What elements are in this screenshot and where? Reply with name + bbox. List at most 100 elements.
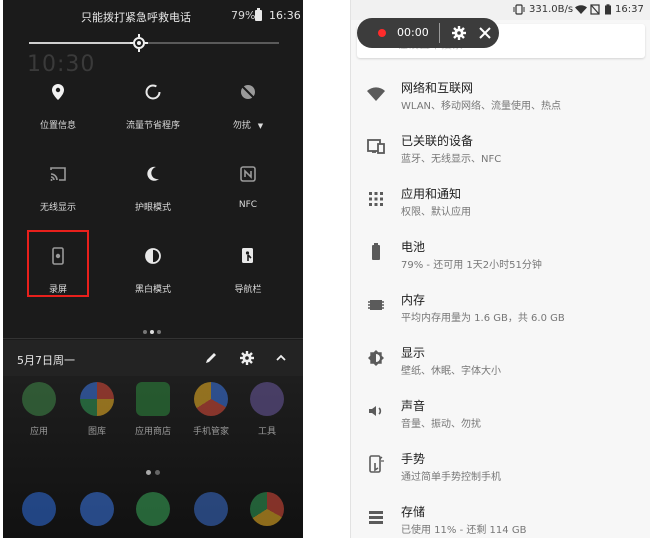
tile-location[interactable]: 位置信息 — [8, 68, 108, 148]
brightness-icon[interactable] — [129, 33, 149, 53]
tile-label: 无线显示 — [39, 203, 76, 213]
home-page-indicator — [146, 460, 164, 479]
settings-item-network[interactable]: 网络和互联网 WLAN、移动网络、流量使用、热点 — [351, 70, 650, 123]
brightness-slider[interactable] — [29, 34, 279, 52]
tile-eye-comfort[interactable]: 护眼模式 — [103, 150, 203, 230]
app-store[interactable]: 应用商店 — [125, 382, 181, 437]
messages-icon[interactable] — [136, 492, 170, 526]
home-dot — [155, 470, 160, 475]
shield-icon — [194, 382, 228, 416]
tile-label: 位置信息 — [39, 121, 76, 131]
settings-item-subtitle: 已使用 11% - 还剩 114 GB — [401, 525, 527, 536]
do-not-disturb-icon — [241, 85, 255, 99]
app-label: 工具 — [257, 427, 276, 437]
gear-icon[interactable] — [451, 25, 467, 41]
devices-icon — [367, 139, 385, 154]
tile-label-text: 勿扰 — [232, 121, 251, 131]
divider — [439, 23, 440, 43]
tile-do-not-disturb[interactable]: 勿扰 ▼ — [198, 68, 298, 148]
app-label: 图库 — [87, 427, 106, 437]
settings-item-subtitle: 权限、默认应用 — [401, 207, 471, 218]
no-sim-icon — [590, 4, 600, 15]
tile-nfc[interactable]: NFC — [198, 150, 298, 230]
settings-item-memory[interactable]: 内存 平均内存用量为 1.6 GB，共 6.0 GB — [351, 282, 650, 335]
app-tools[interactable]: 工具 — [239, 382, 295, 437]
tile-label: 黑白模式 — [134, 285, 171, 295]
date-label: 5月7日周一 — [17, 354, 75, 367]
settings-item-subtitle: 79% - 还可用 1天2小时51分钟 — [401, 260, 542, 271]
vibrate-icon — [513, 4, 525, 15]
app-apps-folder[interactable]: 应用 — [11, 382, 67, 437]
phone-icon[interactable] — [22, 492, 56, 526]
tile-label: 护眼模式 — [134, 203, 171, 213]
settings-item-battery[interactable]: 电池 79% - 还可用 1天2小时51分钟 — [351, 229, 650, 282]
wifi-status-icon — [575, 5, 587, 14]
divider — [3, 338, 303, 339]
tile-grayscale[interactable]: 黑白模式 — [103, 232, 203, 312]
tile-cast[interactable]: 无线显示 — [8, 150, 108, 230]
tile-label: 流量节省程序 — [125, 121, 180, 131]
gear-icon[interactable] — [239, 350, 255, 366]
home-screen: 应用 图库 应用商店 手机管家 工具 — [3, 376, 303, 538]
settings-item-display[interactable]: 显示 壁纸、休眠、字体大小 — [351, 335, 650, 388]
edit-icon[interactable] — [203, 350, 219, 366]
moon-icon — [147, 166, 159, 181]
page-dot — [157, 330, 161, 334]
tools-folder-icon — [250, 382, 284, 416]
settings-item-sound[interactable]: 声音 音量、振动、勿扰 — [351, 388, 650, 441]
close-icon[interactable] — [477, 25, 493, 41]
wifi-icon — [367, 87, 385, 101]
location-icon — [52, 84, 64, 100]
screen-recorder-controls: 00:00 — [357, 18, 499, 48]
tile-data-saver[interactable]: 流量节省程序 — [103, 68, 203, 148]
settings-item-title: 显示 — [401, 346, 426, 360]
data-saver-icon — [145, 84, 161, 100]
settings-item-connected-devices[interactable]: 已关联的设备 蓝牙、无线显示、NFC — [351, 123, 650, 176]
gallery-icon — [80, 382, 114, 416]
app-gallery[interactable]: 图库 — [69, 382, 125, 437]
chevron-down-icon[interactable]: ▼ — [258, 122, 263, 130]
settings-screen: 331.0B/s 16:37 在设置中搜索 00:00 — [350, 0, 650, 538]
tile-label: 勿扰 ▼ — [198, 118, 298, 131]
gesture-icon — [369, 455, 384, 473]
page-dot — [143, 330, 147, 334]
app-label: 应用 — [29, 427, 48, 437]
chevron-up-icon[interactable] — [273, 350, 289, 366]
status-time: 16:37 — [615, 4, 644, 15]
page-indicator — [143, 319, 164, 338]
recording-timer: 00:00 — [397, 26, 429, 39]
settings-item-title: 应用和通知 — [401, 187, 462, 201]
settings-item-storage[interactable]: 存储 已使用 11% - 还剩 114 GB — [351, 494, 650, 538]
tile-navigation-bar[interactable]: 导航栏 — [198, 232, 298, 312]
app-label: 应用商店 — [134, 427, 171, 437]
settings-item-subtitle: 通过简单手势控制手机 — [401, 472, 501, 483]
settings-item-apps[interactable]: 应用和通知 权限、默认应用 — [351, 176, 650, 229]
settings-item-title: 网络和互联网 — [401, 81, 474, 95]
settings-item-title: 电池 — [401, 240, 426, 254]
tile-label: NFC — [238, 200, 258, 210]
settings-item-subtitle: 壁纸、休眠、字体大小 — [401, 366, 501, 377]
settings-item-gestures[interactable]: 手势 通过简单手势控制手机 — [351, 441, 650, 494]
camera-icon[interactable] — [194, 492, 228, 526]
screen-record-highlight — [27, 230, 89, 297]
settings-item-subtitle: 平均内存用量为 1.6 GB，共 6.0 GB — [401, 313, 565, 324]
app-phone-manager[interactable]: 手机管家 — [183, 382, 239, 437]
status-time: 16:36 — [269, 9, 301, 22]
battery-percent: 79% — [231, 9, 256, 22]
recording-dot-icon[interactable] — [378, 29, 386, 37]
status-bar: 只能拨打紧急呼救电话 79% 16:36 — [3, 0, 303, 30]
contacts-icon[interactable] — [80, 492, 114, 526]
tile-label: 导航栏 — [234, 285, 262, 295]
grayscale-icon — [145, 248, 161, 264]
battery-icon — [255, 8, 262, 21]
browser-icon[interactable] — [250, 492, 284, 526]
app-label: 手机管家 — [192, 427, 229, 437]
cast-icon — [50, 167, 66, 181]
memory-icon — [368, 300, 384, 310]
settings-item-subtitle: WLAN、移动网络、流量使用、热点 — [401, 101, 562, 112]
brightness-fill — [29, 42, 139, 44]
battery-icon — [372, 243, 380, 260]
status-message: 只能拨打紧急呼救电话 — [81, 11, 191, 24]
quick-settings-screen: 只能拨打紧急呼救电话 79% 16:36 10:30 位置信息 流量节省程序 勿… — [3, 0, 303, 538]
network-speed: 331.0B/s — [529, 4, 574, 15]
